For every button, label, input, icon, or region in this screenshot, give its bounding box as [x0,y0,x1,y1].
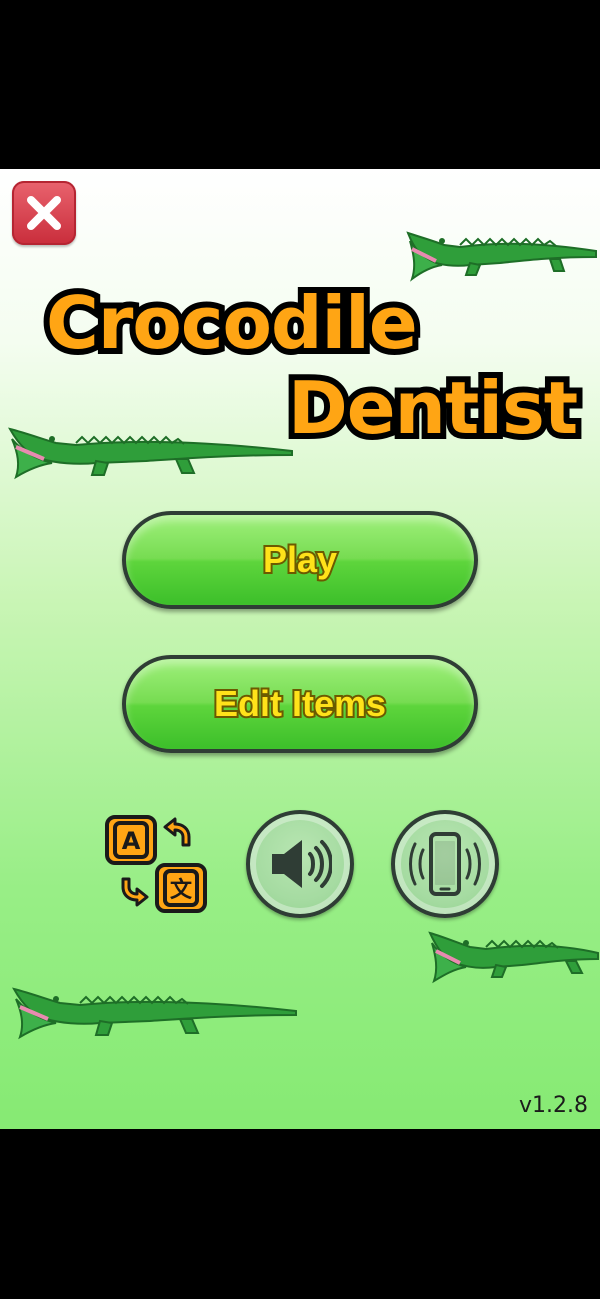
play-button-label: Play [261,537,339,582]
close-button[interactable] [12,181,76,245]
sound-toggle-circle [246,810,354,918]
edit-items-button-label: Edit Items [212,681,388,726]
close-icon [27,196,61,230]
svg-text:A: A [122,827,141,855]
crocodile-icon [12,987,297,1040]
edit-items-button[interactable]: Edit Items [122,655,478,753]
play-button[interactable]: Play [122,511,478,609]
letterbox-top [0,0,600,169]
vibration-toggle-button[interactable] [391,810,499,918]
crocodile-icon [406,231,597,282]
sound-toggle-button[interactable] [246,810,354,918]
vibration-phone-icon [409,832,481,896]
crocodile-icon [428,931,599,984]
svg-text:文: 文 [170,877,193,903]
speaker-icon [272,840,332,888]
game-title-line2: Dentist [282,366,584,450]
crocodile-icon [8,427,293,480]
letterbox-bottom [0,1129,600,1299]
version-label: v1.2.8 [519,1093,588,1118]
game-title-line1: Crocodile [40,281,424,365]
language-switch-icon: A 文 [105,815,207,913]
language-button[interactable]: A 文 [103,811,209,917]
vibration-toggle-circle [391,810,499,918]
game-screen: Crocodile Dentist Play Edit Items A 文 v1… [0,169,600,1129]
